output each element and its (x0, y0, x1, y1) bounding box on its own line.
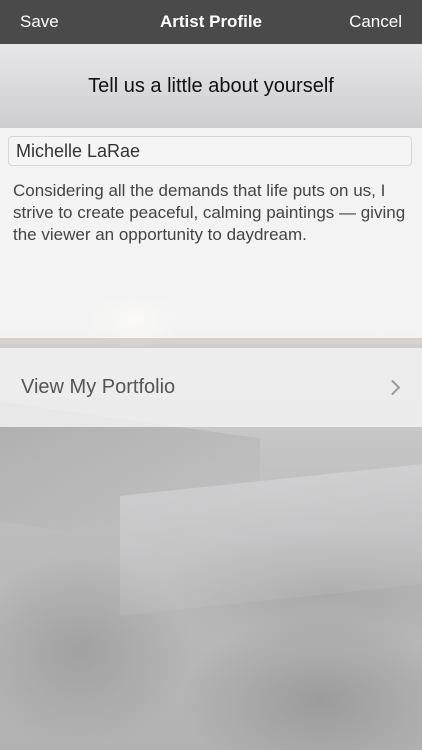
profile-card: Michelle LaRae Considering all the deman… (0, 128, 422, 338)
navigation-bar: Save Artist Profile Cancel (0, 0, 422, 44)
section-heading: Tell us a little about yourself (88, 74, 334, 97)
view-portfolio-row[interactable]: View My Portfolio (0, 348, 422, 427)
name-field[interactable]: Michelle LaRae (8, 136, 412, 166)
section-header: Tell us a little about yourself (0, 44, 422, 128)
view-portfolio-label: View My Portfolio (21, 376, 176, 398)
cancel-button[interactable]: Cancel (349, 12, 402, 32)
bio-textarea[interactable]: Considering all the demands that life pu… (13, 180, 413, 246)
section-divider (0, 338, 422, 344)
chevron-right-icon (384, 379, 401, 396)
save-button[interactable]: Save (20, 12, 59, 32)
